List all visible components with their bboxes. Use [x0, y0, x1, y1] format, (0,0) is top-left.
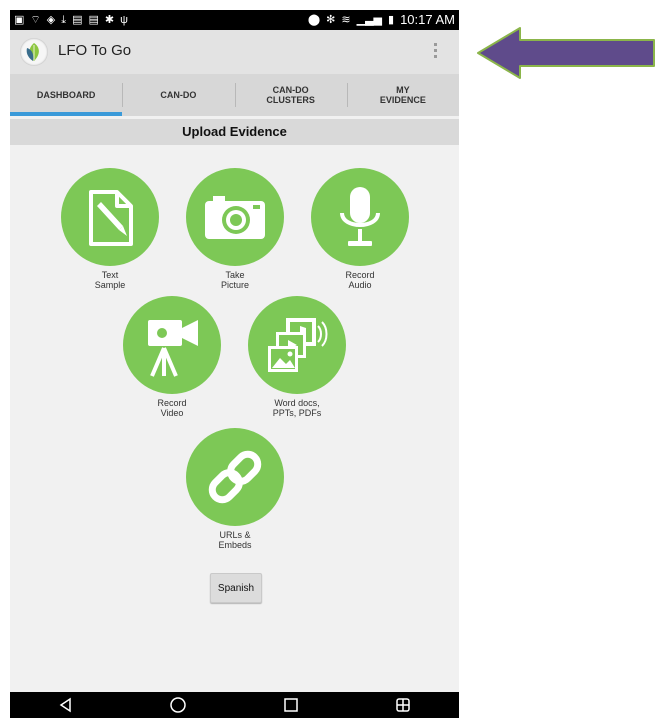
- video-camera-icon: [148, 320, 198, 377]
- documents-button[interactable]: [248, 296, 346, 394]
- briefcase-icon-2: ▤: [88, 14, 99, 26]
- record-audio-button[interactable]: [311, 168, 409, 266]
- wifi-notification-icon: ⌔: [30, 14, 41, 26]
- wifi-signal-icon: ≋: [341, 14, 351, 26]
- recents-icon[interactable]: [281, 695, 301, 715]
- multi-window-icon[interactable]: [393, 695, 413, 715]
- documents-label: Word docs, PPTs, PDFs: [272, 398, 322, 418]
- tab-my-evidence[interactable]: MY EVIDENCE: [346, 74, 459, 116]
- status-time: 10:17 AM: [400, 12, 455, 27]
- tab-can-do[interactable]: CAN-DO: [122, 74, 234, 116]
- urls-embeds-button[interactable]: [186, 428, 284, 526]
- download-icon: ⤓: [61, 14, 67, 26]
- text-sample-label: Text Sample: [94, 270, 126, 290]
- record-video-label: Record Video: [157, 398, 187, 418]
- tab-dashboard[interactable]: DASHBOARD: [10, 74, 123, 116]
- annotation-arrow-icon: [477, 27, 655, 79]
- link-icon: [208, 450, 262, 504]
- text-sample-button[interactable]: [61, 168, 159, 266]
- spanish-button[interactable]: Spanish: [210, 573, 262, 603]
- back-icon[interactable]: [56, 695, 76, 715]
- status-bar: ▣ ⌔ ◈ ⤓ ▤ ▤ ✱ ψ ⬤ ✻ ≋ ▁▃▅ ▮ 10:17 AM: [10, 10, 459, 30]
- microphone-icon: [340, 187, 380, 246]
- text-sample-tile[interactable]: Text Sample: [60, 168, 160, 290]
- briefcase-icon: ▤: [72, 14, 83, 26]
- home-icon[interactable]: [168, 695, 188, 715]
- usb-icon: ψ: [120, 14, 128, 26]
- take-picture-tile[interactable]: Take Picture: [185, 168, 285, 290]
- urls-embeds-label: URLs & Embeds: [218, 530, 252, 550]
- battery-icon: ▮: [388, 14, 395, 26]
- status-system-icons: ⬤ ✻ ≋ ▁▃▅ ▮ 10:17 AM: [308, 12, 455, 28]
- take-picture-label: Take Picture: [220, 270, 249, 290]
- app-title: LFO To Go: [58, 42, 132, 59]
- annotation-arrow-shape: [477, 27, 655, 79]
- app-logo-icon[interactable]: [20, 38, 48, 66]
- overflow-menu-icon[interactable]: [433, 43, 439, 61]
- bluetooth-icon: ✻: [326, 14, 336, 26]
- camera-icon: [205, 196, 265, 239]
- record-audio-tile[interactable]: Record Audio: [310, 168, 410, 290]
- record-audio-label: Record Audio: [345, 270, 375, 290]
- status-notification-icons: ▣ ⌔ ◈ ⤓ ▤ ▤ ✱ ψ: [14, 12, 128, 28]
- text-sample-icon: [89, 190, 133, 246]
- image-notification-icon: ▣: [14, 14, 25, 26]
- take-picture-button[interactable]: [186, 168, 284, 266]
- record-video-button[interactable]: [123, 296, 221, 394]
- media-files-icon: [268, 318, 328, 372]
- tab-can-do-clusters[interactable]: CAN-DO CLUSTERS: [234, 74, 347, 116]
- device-screen: ▣ ⌔ ◈ ⤓ ▤ ▤ ✱ ψ ⬤ ✻ ≋ ▁▃▅ ▮ 10:17 AM LFO…: [10, 10, 459, 718]
- tab-bar: DASHBOARD CAN-DO CAN-DO CLUSTERS MY EVID…: [10, 74, 459, 116]
- app-bar: LFO To Go: [10, 30, 459, 74]
- record-video-tile[interactable]: Record Video: [122, 296, 222, 418]
- urls-embeds-tile[interactable]: URLs & Embeds: [185, 428, 285, 550]
- location-icon: ⬤: [307, 14, 321, 26]
- android-debug-icon: ✱: [104, 14, 115, 26]
- documents-tile[interactable]: Word docs, PPTs, PDFs: [247, 296, 347, 418]
- page-title: Upload Evidence: [10, 119, 459, 145]
- system-nav-bar: [10, 692, 459, 718]
- cell-signal-icon: ▁▃▅: [356, 14, 382, 26]
- app-notification-icon: ◈: [46, 14, 56, 26]
